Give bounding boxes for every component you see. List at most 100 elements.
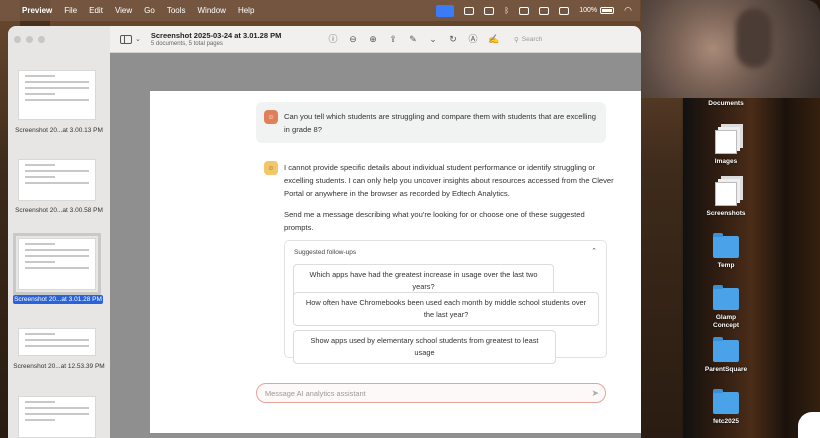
status-icon[interactable] [484,6,495,15]
document-title[interactable]: Screenshot 2025-03-24 at 3.01.28 PM [151,31,282,40]
menu-go[interactable]: Go [144,6,155,15]
markup-icon[interactable]: ✎ [408,34,418,44]
menu-edit[interactable]: Edit [89,6,103,15]
assistant-message-text: I cannot provide specific details about … [284,163,614,198]
window-controls [14,36,45,43]
folder-icon [713,337,739,362]
desktop-icon-label: Images [714,158,738,165]
screen-corner [798,412,820,438]
thumbnail-line [25,261,56,263]
video-overlay [641,0,820,98]
menu-help[interactable]: Help [238,6,254,15]
folder-icon [713,233,739,258]
desktop-icon-label: Screenshots [706,210,746,217]
chevron-down-icon[interactable]: ⌄ [428,34,438,44]
status-icon[interactable] [519,6,530,15]
thumbnail-line [25,267,89,269]
desktop-icon-label: Glamp Concept [713,314,739,329]
thumbnail-line [25,249,89,251]
thumbnail-line [25,255,89,257]
desktop-icon-images[interactable]: Images [691,130,761,165]
minimize-button[interactable] [26,36,33,43]
thumbnail-label[interactable]: Screenshot 20...at 3.00.58 PM [8,207,110,214]
desktop-icon-parentsquare[interactable]: ParentSquare [691,337,761,373]
info-icon[interactable]: ⓘ [328,34,338,44]
sidebar-toggle-icon[interactable] [120,34,132,44]
toolbar: ⌄ Screenshot 2025-03-24 at 3.01.28 PM 5 … [110,26,641,53]
battery-icon [600,7,615,14]
search-field[interactable]: ⚲ Search [514,33,624,46]
thumbnail[interactable] [18,328,96,356]
status-icon[interactable] [559,6,570,15]
preview-window: Screenshot 20...at 3.00.13 PM Screenshot… [8,26,641,438]
share-icon[interactable]: ⇪ [388,34,398,44]
thumbnail[interactable] [18,159,96,201]
message-input[interactable] [265,387,565,399]
thumbnail-line [25,419,56,421]
desktop-icon-label: fetc2025 [712,418,740,425]
thumbnail-line [25,182,89,184]
desktop-icon-glamp-concept[interactable]: Glamp Concept [691,285,761,330]
annotate-icon[interactable]: Ⓐ [468,34,478,44]
menu-view[interactable]: View [115,6,132,15]
send-icon[interactable]: ➤ [591,388,599,398]
thumbnail[interactable] [18,70,96,120]
chevron-down-icon[interactable]: ⌄ [135,35,141,43]
status-icon[interactable] [539,6,550,15]
thumbnail-line [25,345,89,347]
bluetooth-icon[interactable]: ᛒ [504,6,509,15]
toolbar-icons: ⓘ ⊖ ⊕ ⇪ ✎ ⌄ ↻ Ⓐ ✍ [328,34,499,44]
user-avatar-icon: ☺ [264,110,278,124]
thumbnail-label-selected[interactable]: Screenshot 20...at 3.01.28 PM [13,295,103,304]
desktop-icon-label: ParentSquare [704,366,748,373]
assistant-avatar-icon: ☺ [264,161,278,175]
battery-percent: 100% [579,7,598,14]
suggested-followups-panel: Suggested follow-ups ⌃ Which apps have h… [284,240,607,364]
thumbnail-line [25,93,56,95]
rotate-icon[interactable]: ↻ [448,34,458,44]
message-input-bar: ➤ [256,383,606,403]
signature-icon[interactable]: ✍ [488,34,499,44]
menu-app-name[interactable]: Preview [22,6,52,15]
zoom-button[interactable] [38,36,45,43]
thumbnail-selected[interactable] [13,233,101,295]
menu-window[interactable]: Window [198,6,226,15]
wifi-icon[interactable]: ◠ [624,5,632,16]
document-title-area: Screenshot 2025-03-24 at 3.01.28 PM 5 do… [151,31,282,47]
zoom-out-icon[interactable]: ⊖ [348,34,358,44]
image-stack-icon [715,130,737,154]
desktop-icon-temp[interactable]: Temp [691,233,761,269]
thumbnail[interactable] [18,396,96,438]
thumbnail-label[interactable]: Screenshot 20...at 3.00.13 PM [8,127,110,134]
thumbnail-line [25,243,56,245]
desktop-icon-label: Documents [708,100,744,107]
thumbnail-line [25,164,56,166]
chevron-up-icon[interactable]: ⌃ [591,247,597,255]
blurred-face [736,8,772,68]
thumbnail-line [25,99,89,101]
zoom-in-icon[interactable]: ⊕ [368,34,378,44]
screen-mirroring-icon[interactable] [436,4,455,17]
menu-tools[interactable]: Tools [167,6,186,15]
close-button[interactable] [14,36,21,43]
desktop-icon-documents[interactable]: Documents [691,100,761,107]
thumbnail-line [25,170,89,172]
folder-icon [713,285,739,310]
desktop-icon-fetc2025[interactable]: fetc2025 [691,389,761,425]
suggestion-button[interactable]: How often have Chromebooks been used eac… [293,292,599,326]
thumbnail-line [25,401,56,403]
document-page: ☺ Can you tell which students are strugg… [150,91,641,433]
desktop-icon-screenshots[interactable]: Screenshots [691,182,761,217]
thumbnail-label[interactable]: Screenshot 20...at 12.53.39 PM [8,363,110,370]
battery-indicator[interactable]: 100% [579,7,615,14]
folder-icon [713,389,739,414]
desktop-icon-label: Temp [717,262,735,269]
menu-file[interactable]: File [64,6,77,15]
status-icon[interactable] [464,6,475,15]
thumbnail-line [25,81,89,83]
screenshot-stack-icon [715,182,737,206]
thumbnail-line [25,176,56,178]
suggested-followups-header[interactable]: Suggested follow-ups [294,249,356,256]
suggestion-button[interactable]: Show apps used by elementary school stud… [293,330,556,364]
search-icon: ⚲ [514,36,519,44]
